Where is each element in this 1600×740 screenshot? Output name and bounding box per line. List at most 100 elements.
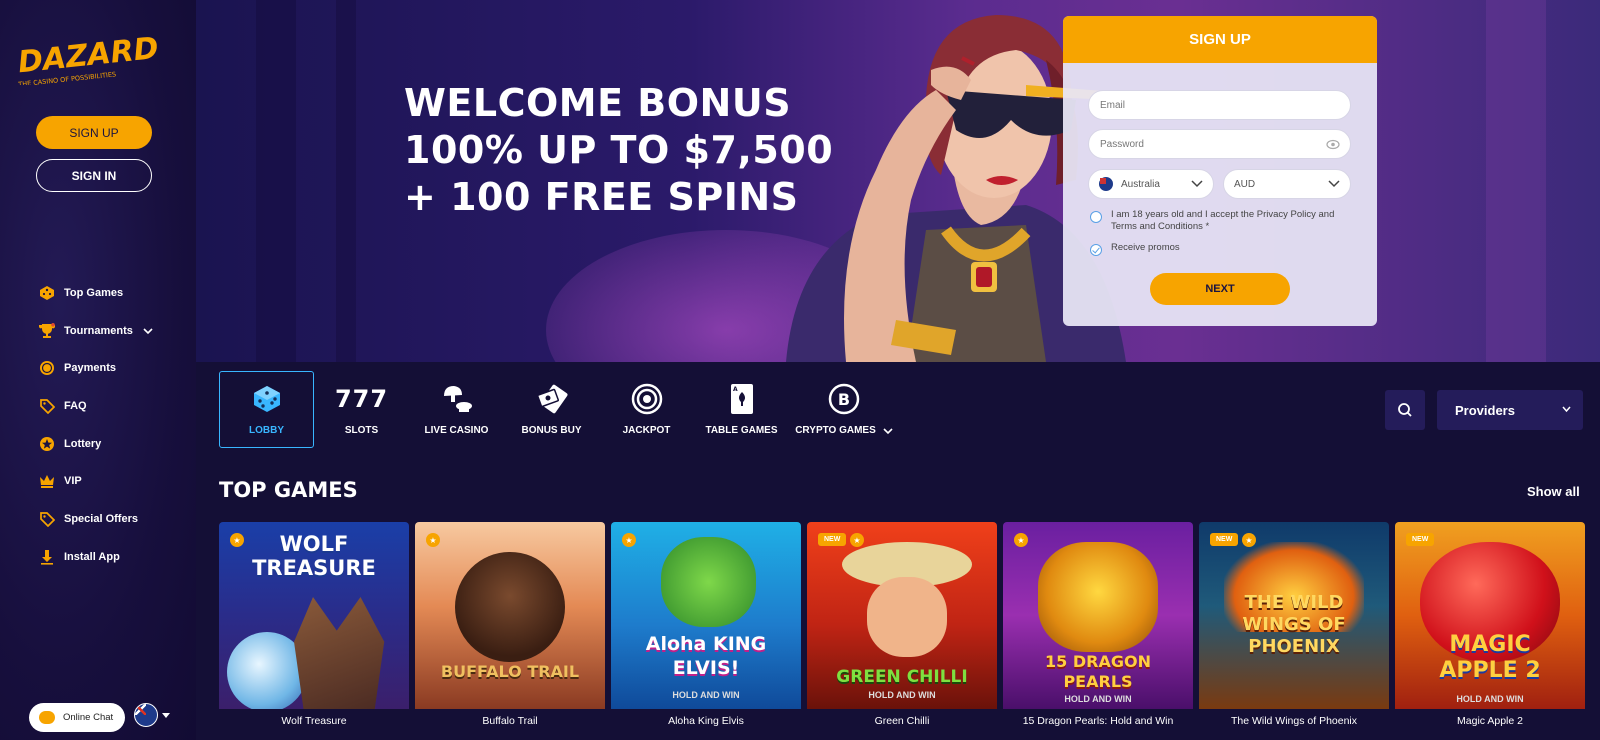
tab-jackpot[interactable]: JACKPOT — [599, 371, 694, 448]
sidebar-item-lottery[interactable]: Lottery — [38, 425, 153, 463]
game-name: Buffalo Trail — [482, 715, 538, 727]
terms-checkbox-row[interactable]: I am 18 years old and I accept the Priva… — [1090, 209, 1350, 233]
dice-icon — [247, 383, 287, 415]
caret-down-icon — [162, 712, 170, 718]
sidebar-item-vip[interactable]: VIP — [38, 462, 153, 500]
slots-777-icon: 777 — [334, 385, 389, 413]
providers-dropdown[interactable]: Providers — [1437, 390, 1583, 430]
sidebar-item-install-app[interactable]: Install App — [38, 538, 153, 576]
password-field[interactable]: Password — [1088, 129, 1351, 159]
playing-card-icon: A — [722, 383, 762, 415]
new-badge: NEW — [1406, 533, 1435, 546]
promos-checkbox-row[interactable]: Receive promos — [1090, 242, 1180, 256]
sidebar-item-label: Tournaments — [64, 324, 133, 337]
game-card[interactable]: WOLF TREASURE ★ Wolf Treasure — [219, 522, 409, 740]
game-card[interactable]: MAGIC APPLE 2 HOLD AND WIN NEW Magic App… — [1395, 522, 1585, 740]
game-art-title: WOLF TREASURE — [252, 532, 376, 580]
tab-label: TABLE GAMES — [705, 425, 778, 436]
favorite-star-icon[interactable]: ★ — [230, 533, 244, 547]
terms-label: I am 18 years old and I accept the Priva… — [1111, 209, 1335, 232]
providers-label: Providers — [1455, 402, 1515, 418]
chevron-down-icon — [1562, 406, 1571, 413]
game-name: The Wild Wings of Phoenix — [1230, 715, 1358, 727]
game-thumbnail: Aloha KING ELVIS! HOLD AND WIN ★ — [611, 522, 801, 709]
country-select[interactable]: Australia — [1088, 169, 1214, 199]
currency-select[interactable]: AUD — [1223, 169, 1351, 199]
tab-bonus-buy[interactable]: BONUS BUY — [504, 371, 599, 448]
target-icon — [627, 383, 667, 415]
chevron-down-icon — [883, 427, 893, 434]
tab-label-row: CRYPTO GAMES — [795, 425, 893, 436]
game-card[interactable]: GREEN CHILLI HOLD AND WIN NEW ★ Green Ch… — [807, 522, 997, 740]
signup-form: SIGN UP Email Password Australia AUD I a… — [1063, 16, 1377, 326]
tab-slots[interactable]: 777 SLOTS — [314, 371, 409, 448]
tab-crypto-games[interactable]: B CRYPTO GAMES — [789, 371, 899, 448]
sidebar-item-label: Install App — [64, 550, 120, 563]
search-icon — [1398, 403, 1412, 417]
sidebar-item-special-offers[interactable]: Special Offers — [38, 500, 153, 538]
game-thumbnail: MAGIC APPLE 2 HOLD AND WIN NEW — [1395, 522, 1585, 709]
chevron-down-icon[interactable] — [143, 326, 153, 336]
game-card[interactable]: THE WILD WINGS OF PHOENIX NEW ★ The Wild… — [1199, 522, 1389, 740]
game-card[interactable]: Aloha KING ELVIS! HOLD AND WIN ★ Aloha K… — [611, 522, 801, 740]
next-button[interactable]: NEXT — [1150, 273, 1290, 305]
mushroom-dealer-icon — [437, 383, 477, 415]
tab-lobby[interactable]: LOBBY — [219, 371, 314, 448]
new-badge: NEW — [818, 533, 847, 546]
eye-icon[interactable] — [1326, 139, 1340, 150]
game-name: Green Chilli — [874, 715, 930, 727]
game-thumbnail: BUFFALO TRAIL ★ — [415, 522, 605, 709]
email-placeholder: Email — [1100, 99, 1126, 111]
online-chat-button[interactable]: Online Chat — [29, 703, 125, 732]
tab-label: JACKPOT — [622, 425, 671, 436]
hero-banner: WELCOME BONUS 100% UP TO $7,500 + 100 FR… — [196, 0, 1600, 362]
language-selector[interactable] — [134, 703, 170, 727]
tab-label: SLOTS — [344, 425, 379, 436]
crown-icon — [38, 472, 56, 490]
favorite-star-icon[interactable]: ★ — [850, 533, 864, 547]
terms-checkbox[interactable] — [1090, 211, 1102, 223]
new-badge: NEW — [1210, 533, 1239, 546]
tab-label: LIVE CASINO — [424, 425, 489, 436]
sidebar-item-label: Top Games — [64, 286, 124, 299]
game-name: Magic Apple 2 — [1457, 715, 1523, 727]
favorite-star-icon[interactable]: ★ — [622, 533, 636, 547]
sidebar-item-payments[interactable]: Payments — [38, 349, 153, 387]
favorite-star-icon[interactable]: ★ — [426, 533, 440, 547]
sidebar-item-tournaments[interactable]: Tournaments — [38, 312, 153, 350]
tab-table-games[interactable]: A TABLE GAMES — [694, 371, 789, 448]
sidebar-item-label: Payments — [64, 362, 116, 375]
tab-live-casino[interactable]: LIVE CASINO — [409, 371, 504, 448]
favorite-star-icon[interactable]: ★ — [1014, 533, 1028, 547]
show-all-link[interactable]: Show all — [1527, 484, 1580, 499]
sidebar-signup-button[interactable]: SIGN UP — [36, 116, 152, 149]
email-field[interactable]: Email — [1088, 90, 1351, 120]
country-value: Australia — [1121, 178, 1160, 190]
game-card[interactable]: 15 DRAGON PEARLS HOLD AND WIN ★ 15 Drago… — [1003, 522, 1193, 740]
game-thumbnail: 15 DRAGON PEARLS HOLD AND WIN ★ — [1003, 522, 1193, 709]
sidebar: DAZARD THE CASINO OF POSSIBILITIES SIGN … — [0, 0, 196, 740]
sidebar-nav: Top Games Tournaments Payments FAQ Lotte… — [38, 274, 153, 576]
currency-value: AUD — [1234, 178, 1256, 190]
sidebar-item-faq[interactable]: FAQ — [38, 387, 153, 425]
sidebar-signin-button[interactable]: SIGN IN — [36, 159, 152, 192]
game-art-subtitle: HOLD AND WIN — [868, 690, 936, 700]
tab-label: CRYPTO GAMES — [795, 425, 876, 436]
online-chat-label: Online Chat — [63, 712, 114, 723]
sidebar-item-label: Special Offers — [64, 512, 138, 525]
game-art-title: Aloha KING ELVIS! — [645, 633, 767, 679]
sidebar-item-label: FAQ — [64, 399, 87, 412]
sidebar-item-top-games[interactable]: Top Games — [38, 274, 153, 312]
offer-tag-icon — [38, 510, 56, 528]
dice-icon — [38, 284, 56, 302]
game-card[interactable]: BUFFALO TRAIL ★ Buffalo Trail — [415, 522, 605, 740]
australia-flag-icon — [134, 703, 158, 727]
top-games-title: TOP GAMES — [219, 478, 358, 502]
favorite-star-icon[interactable]: ★ — [1242, 533, 1256, 547]
search-button[interactable] — [1385, 390, 1425, 430]
promos-checkbox[interactable] — [1090, 244, 1102, 256]
game-art-title: THE WILD WINGS OF PHOENIX — [1242, 592, 1346, 657]
tab-label: BONUS BUY — [521, 425, 582, 436]
dazard-logo[interactable]: DAZARD THE CASINO OF POSSIBILITIES — [14, 30, 184, 89]
sidebar-item-label: VIP — [64, 475, 82, 488]
